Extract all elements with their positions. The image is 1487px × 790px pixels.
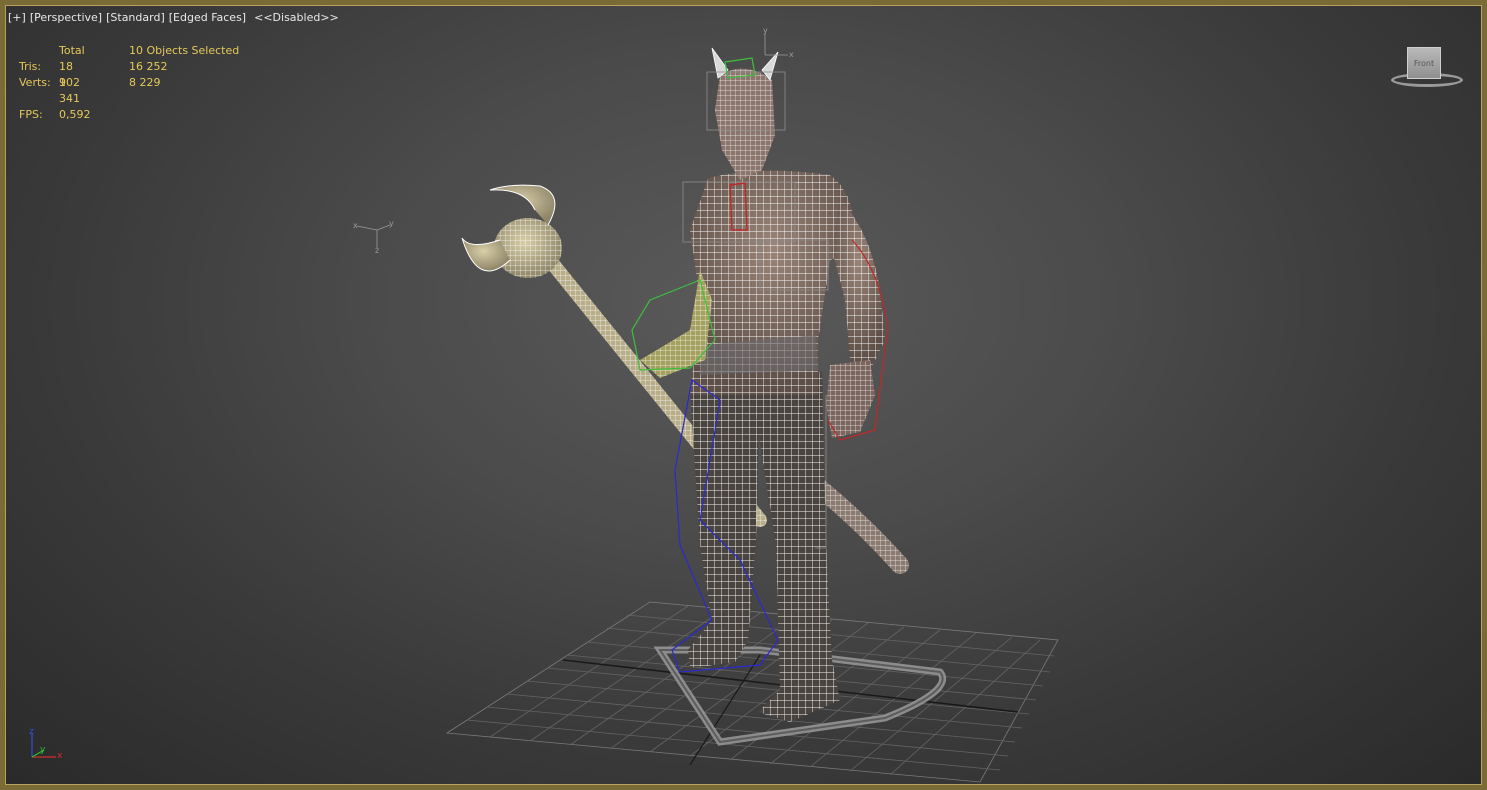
object-axis-y-label: y [389, 219, 394, 228]
head-axis-gizmo: y x [763, 26, 794, 59]
head-axis-x-label: x [789, 50, 794, 59]
perspective-viewport[interactable]: [+] [Perspective] [Standard] [Edged Faces] <… [0, 0, 1487, 790]
object-axis-x-label: x [353, 221, 358, 230]
ground-grid [445, 601, 1059, 783]
world-axis-gizmo: z x y [29, 727, 63, 761]
world-axis-x-label: x [57, 751, 63, 761]
world-axis-z-label: z [29, 727, 34, 737]
object-axis-tripod: x y z [353, 219, 394, 255]
world-axis-y-label: y [40, 745, 46, 755]
scene-canvas[interactable]: z x y x y z y x [5, 5, 1482, 785]
head-axis-y-label: y [763, 26, 768, 35]
object-axis-z-label: z [375, 246, 379, 255]
character-right-arm[interactable] [826, 200, 889, 441]
viewcube[interactable]: Front [1387, 43, 1467, 95]
character-torso[interactable] [690, 170, 856, 395]
viewcube-front-face[interactable]: Front [1407, 47, 1441, 79]
